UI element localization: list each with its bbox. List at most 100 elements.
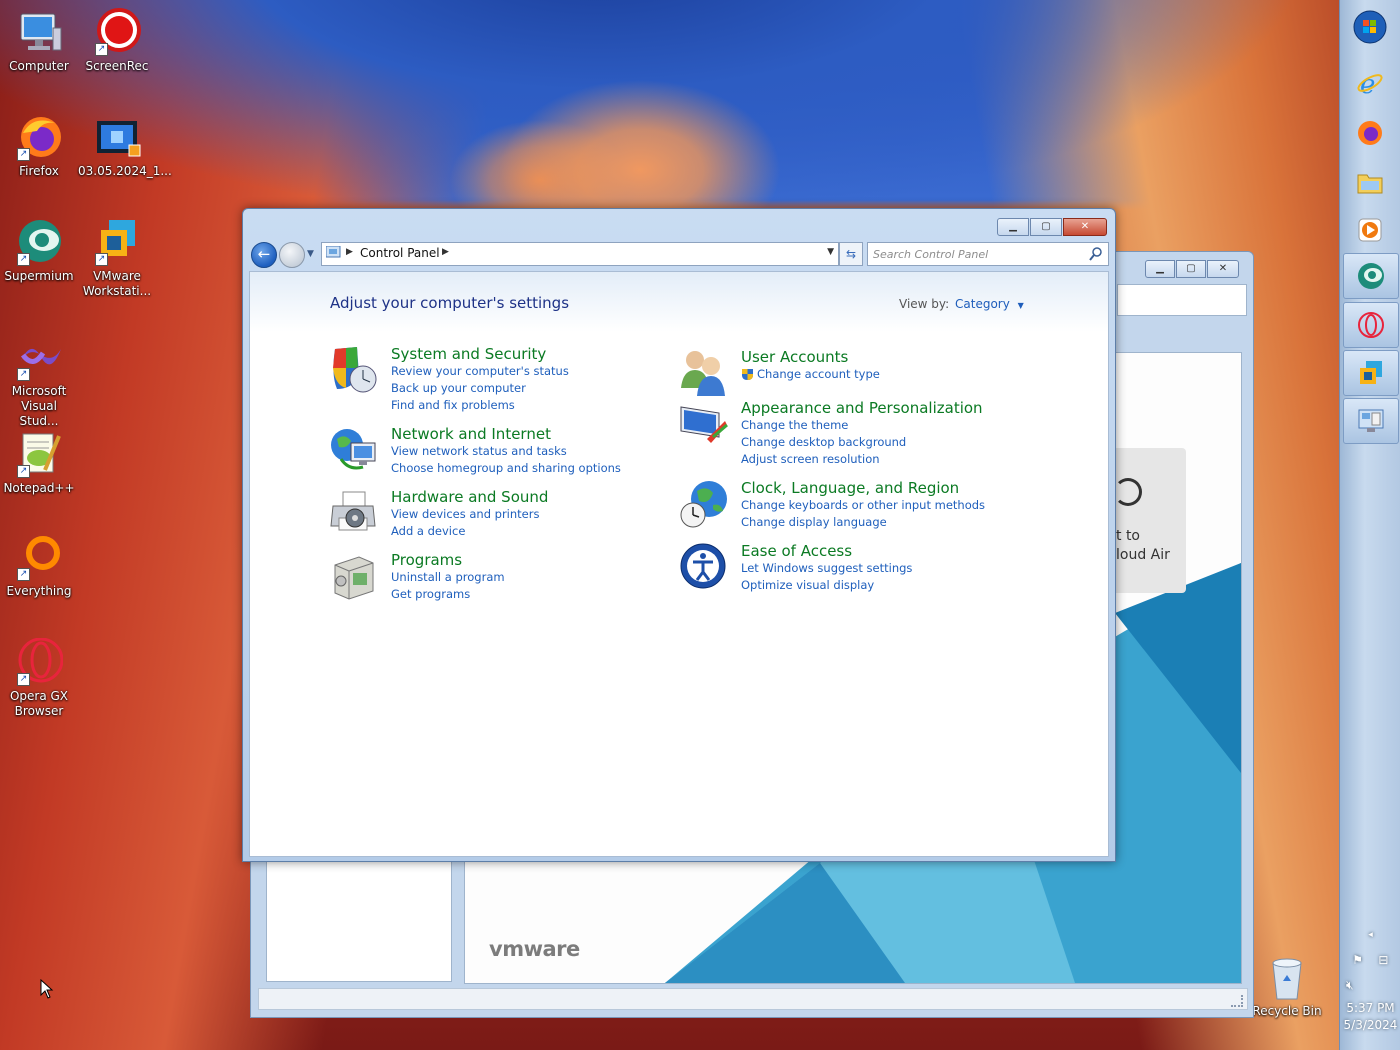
devices-printers-link[interactable]: View devices and printers xyxy=(391,506,548,523)
close-button[interactable]: ✕ xyxy=(1063,218,1107,236)
breadcrumb-chevron-icon[interactable]: ▶ xyxy=(442,247,449,257)
backup-link[interactable]: Back up your computer xyxy=(391,380,569,397)
bg-window-controls: ▁ ▢ ✕ xyxy=(1144,260,1239,278)
show-hidden-icons-button[interactable]: ◂ xyxy=(1340,930,1400,940)
breadcrumb-control-panel[interactable]: Control Panel xyxy=(360,246,440,260)
taskbar-vmware-workstation[interactable] xyxy=(1343,350,1399,396)
taskbar-media-player[interactable] xyxy=(1343,208,1397,252)
taskbar-opera-gx[interactable] xyxy=(1343,302,1399,348)
clock-language-region-link[interactable]: Clock, Language, and Region xyxy=(741,479,985,497)
start-button[interactable] xyxy=(1343,5,1397,49)
windows-suggest-settings-link[interactable]: Let Windows suggest settings xyxy=(741,560,912,577)
desktop-icon-computer[interactable]: Computer xyxy=(0,8,78,74)
user-accounts-link[interactable]: User Accounts xyxy=(741,348,880,366)
vmware-logo: vmware xyxy=(489,937,580,961)
view-by-dropdown[interactable]: Category ▼ xyxy=(955,297,1024,311)
optimize-visual-display-link[interactable]: Optimize visual display xyxy=(741,577,912,594)
adjust-resolution-link[interactable]: Adjust screen resolution xyxy=(741,451,983,468)
change-keyboards-link[interactable]: Change keyboards or other input methods xyxy=(741,497,985,514)
search-box[interactable] xyxy=(867,242,1109,266)
desktop-icon-supermium[interactable]: ↗ Supermium xyxy=(0,218,78,284)
desktop-icon-notepadpp[interactable]: ↗ Notepad++ xyxy=(0,430,78,496)
back-button[interactable]: ← xyxy=(251,242,277,268)
forward-button[interactable] xyxy=(279,242,305,268)
hardware-and-sound-link[interactable]: Hardware and Sound xyxy=(391,488,548,506)
programs-box-icon xyxy=(334,556,374,600)
everything-search-icon: ↗ xyxy=(15,533,63,581)
taskbar-file-explorer[interactable] xyxy=(1343,161,1397,205)
view-network-status-link[interactable]: View network status and tasks xyxy=(391,443,621,460)
control-panel-icon xyxy=(1358,409,1384,432)
clock-time[interactable]: 5:37 PM xyxy=(1340,1001,1400,1015)
desktop-icon-visual-studio[interactable]: ↗ Microsoft Visual Stud... xyxy=(0,333,78,429)
network-icon[interactable]: ⊟ xyxy=(1376,953,1390,967)
maximize-button[interactable]: ▢ xyxy=(1030,218,1062,236)
action-center-flag-icon[interactable]: ⚑ xyxy=(1351,953,1365,967)
bg-minimize-button[interactable]: ▁ xyxy=(1145,260,1175,278)
monitor-brush-icon xyxy=(680,406,728,443)
bg-close-button[interactable]: ✕ xyxy=(1207,260,1239,278)
programs-link[interactable]: Programs xyxy=(391,551,505,569)
opera-gx-icon: ↗ xyxy=(15,637,64,686)
desktop-icon-label: ScreenRec xyxy=(85,59,149,73)
desktop-icon-video-file[interactable]: 03.05.2024_1... xyxy=(78,113,172,179)
refresh-button[interactable]: ⇆ xyxy=(839,242,863,266)
supermium-icon: ↗ xyxy=(15,218,63,266)
desktop-icon-label: Microsoft Visual Stud... xyxy=(11,384,67,428)
change-desktop-background-link[interactable]: Change desktop background xyxy=(741,434,983,451)
category-ease-of-access: Ease of Access Let Windows suggest setti… xyxy=(680,542,912,594)
clock-date[interactable]: 5/3/2024 xyxy=(1340,1018,1400,1032)
category-user-accounts: User Accounts Change account type xyxy=(681,348,880,396)
minimize-button[interactable]: ▁ xyxy=(997,218,1029,236)
view-by-value: Category xyxy=(955,297,1010,311)
desktop-icon-label: Opera GX Browser xyxy=(9,689,69,718)
uac-shield-icon xyxy=(742,369,753,380)
bg-maximize-button[interactable]: ▢ xyxy=(1176,260,1206,278)
opera-gx-icon xyxy=(1358,312,1384,338)
network-and-internet-link[interactable]: Network and Internet xyxy=(391,425,621,443)
network-globe-icon xyxy=(331,429,376,470)
category-programs: Programs Uninstall a program Get program… xyxy=(334,551,505,603)
shortcut-arrow-icon: ↗ xyxy=(17,253,30,266)
review-status-link[interactable]: Review your computer's status xyxy=(391,363,569,380)
taskbar-control-panel[interactable] xyxy=(1343,398,1399,444)
desktop-icon-recycle-bin[interactable]: Recycle Bin xyxy=(1248,953,1326,1019)
search-icon[interactable] xyxy=(1089,247,1103,261)
taskbar-supermium[interactable] xyxy=(1343,253,1399,299)
get-programs-link[interactable]: Get programs xyxy=(391,586,505,603)
vmware-library-panel xyxy=(266,860,452,982)
desktop-icon-screenrec[interactable]: ↗ ScreenRec xyxy=(78,8,156,74)
desktop-icon-vmware[interactable]: ↗ VMware Workstati... xyxy=(78,218,156,299)
desktop-icon-label: Everything xyxy=(6,584,72,598)
change-display-language-link[interactable]: Change display language xyxy=(741,514,985,531)
recycle-bin-icon xyxy=(1263,953,1311,1001)
find-fix-problems-link[interactable]: Find and fix problems xyxy=(391,397,569,414)
control-panel-window[interactable]: ▁ ▢ ✕ ← ▼ ▶ Control Panel ▶ ▼ ⇆ Adjust y… xyxy=(242,208,1116,862)
desktop-icon-firefox[interactable]: ↗ Firefox xyxy=(0,113,78,179)
card-text-line1: t to xyxy=(1116,528,1140,544)
appearance-personalization-link[interactable]: Appearance and Personalization xyxy=(741,399,983,417)
taskbar-internet-explorer[interactable]: e xyxy=(1343,61,1397,105)
homegroup-sharing-link[interactable]: Choose homegroup and sharing options xyxy=(391,460,621,477)
add-device-link[interactable]: Add a device xyxy=(391,523,548,540)
window-controls: ▁ ▢ ✕ xyxy=(996,218,1107,236)
taskbar-firefox[interactable] xyxy=(1343,111,1397,155)
control-panel-small-icon xyxy=(326,246,341,258)
vmware-workstation-icon: ↗ xyxy=(93,218,141,266)
ease-of-access-link[interactable]: Ease of Access xyxy=(741,542,912,560)
connect-cloud-air-card[interactable]: t to loud Air xyxy=(1110,448,1186,593)
desktop-icon-opera-gx[interactable]: ↗ Opera GX Browser xyxy=(0,637,78,719)
desktop-icon-everything[interactable]: ↗ Everything xyxy=(0,533,78,599)
resize-grip-icon[interactable] xyxy=(1231,995,1243,1007)
change-account-type-link[interactable]: Change account type xyxy=(741,366,880,383)
desktop-icon-label: Computer xyxy=(9,59,69,73)
address-dropdown-icon[interactable]: ▼ xyxy=(827,247,834,257)
desktop-icon-label: Notepad++ xyxy=(3,481,75,495)
search-input[interactable] xyxy=(873,245,1083,263)
system-and-security-link[interactable]: System and Security xyxy=(391,345,569,363)
recent-pages-dropdown-icon[interactable]: ▼ xyxy=(307,249,314,259)
address-bar[interactable]: ▶ Control Panel ▶ ▼ xyxy=(321,242,839,266)
volume-muted-icon[interactable]: 🔇︎ xyxy=(1340,978,1400,993)
uninstall-program-link[interactable]: Uninstall a program xyxy=(391,569,505,586)
change-theme-link[interactable]: Change the theme xyxy=(741,417,983,434)
